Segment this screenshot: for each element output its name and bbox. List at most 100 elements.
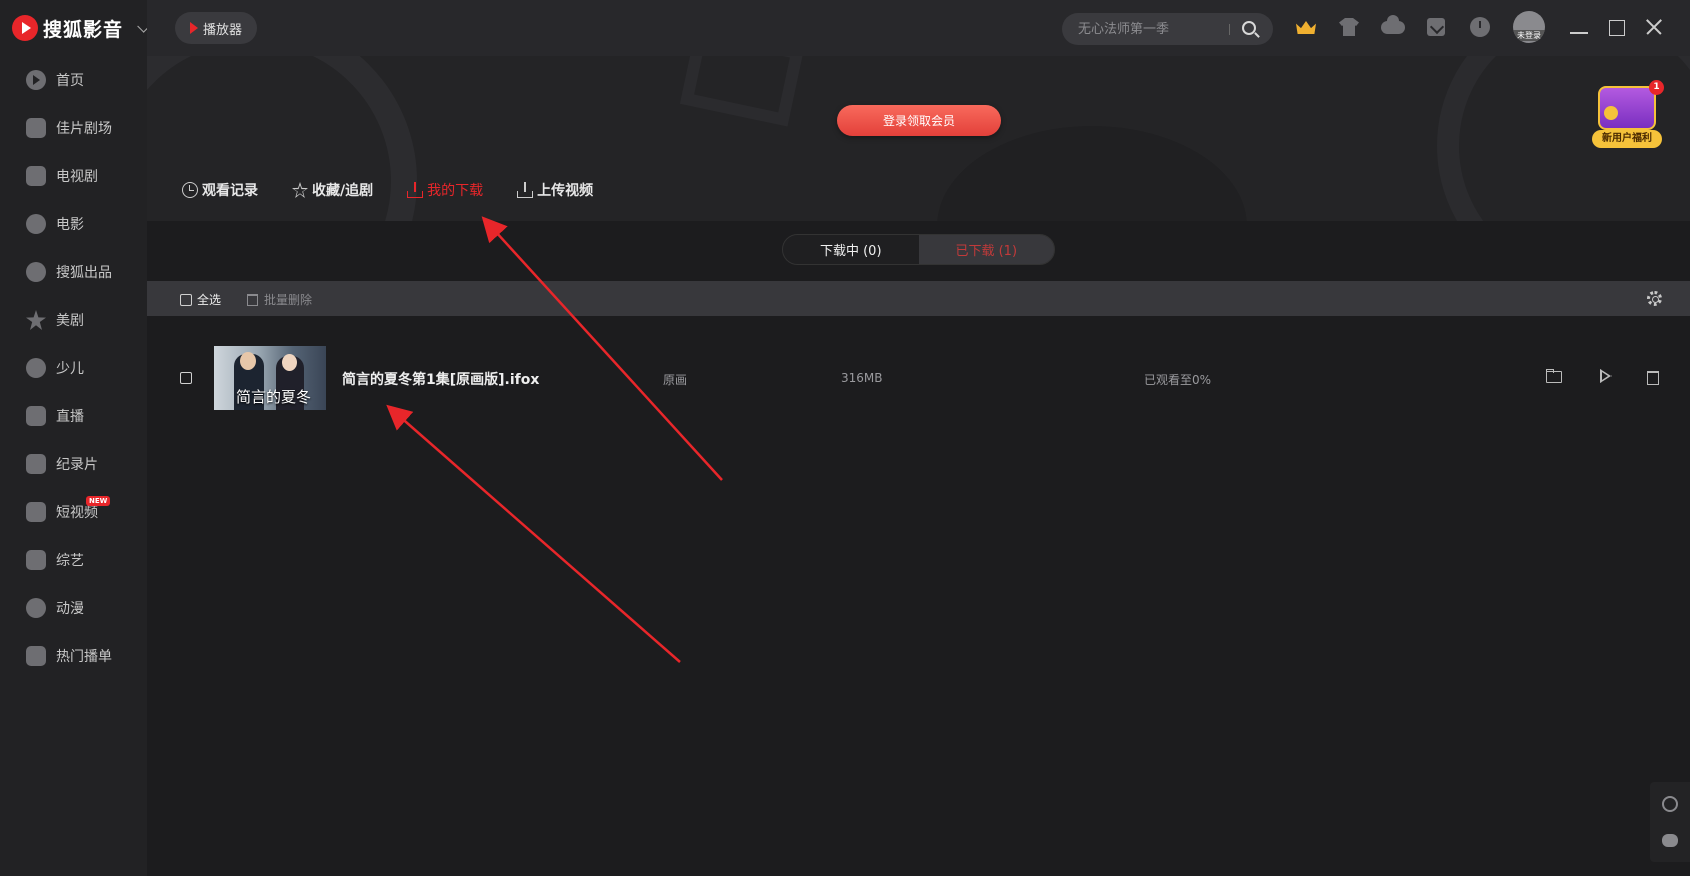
- sidebar-item-live[interactable]: 直播: [0, 392, 147, 440]
- row-checkbox[interactable]: [180, 372, 192, 384]
- sohu-logo-icon: [12, 15, 38, 41]
- player-button[interactable]: 播放器: [175, 12, 257, 44]
- download-icon: [407, 181, 424, 198]
- tab-label: 我的下载: [427, 183, 484, 199]
- refresh-icon[interactable]: [1662, 796, 1678, 812]
- coin-icon: [1604, 106, 1618, 120]
- settings-gear-icon[interactable]: [1647, 291, 1662, 306]
- sidebar-item-label: 电视剧: [56, 169, 98, 185]
- new-badge: NEW: [86, 496, 111, 506]
- sidebar-item-theater[interactable]: 佳片剧场: [0, 104, 147, 152]
- sidebar: 搜狐影音 首页 佳片剧场 电视剧 电影 搜狐出品 美剧 少儿 直播 纪录片 短视…: [0, 0, 151, 876]
- home-icon: [26, 70, 46, 90]
- file-size: 316MB: [841, 371, 883, 385]
- sidebar-item-us-series[interactable]: 美剧: [0, 296, 147, 344]
- tab-my-downloads[interactable]: 我的下载: [407, 180, 483, 200]
- segment-downloaded[interactable]: 已下载 (1): [918, 235, 1054, 264]
- delete-icon[interactable]: [1644, 367, 1662, 385]
- sidebar-item-label: 动漫: [56, 601, 84, 617]
- banner-decoration: [679, 56, 805, 127]
- select-all-label: 全选: [197, 293, 222, 307]
- trash-icon: [247, 293, 258, 306]
- vip-crown-icon[interactable]: [1294, 15, 1318, 39]
- close-icon[interactable]: [1644, 18, 1662, 36]
- annotation-arrow: [386, 404, 681, 663]
- thumbnail-title-art: 简言的夏冬: [236, 388, 312, 406]
- documentary-icon: [26, 454, 46, 474]
- tab-favorites[interactable]: 收藏/追剧: [292, 180, 373, 200]
- select-all[interactable]: 全选: [180, 291, 221, 308]
- tab-label: 观看记录: [202, 183, 258, 199]
- star-outline-icon: [292, 182, 308, 198]
- sidebar-item-label: 热门播单: [56, 649, 112, 665]
- video-quality: 原画: [663, 373, 688, 387]
- tab-label: 上传视频: [537, 183, 594, 199]
- tab-upload-video[interactable]: 上传视频: [517, 180, 593, 200]
- search-divider: [1229, 24, 1230, 35]
- sidebar-item-short-video[interactable]: 短视频 NEW: [0, 488, 147, 536]
- upload-icon: [517, 181, 534, 198]
- feedback-chat-icon[interactable]: [1662, 834, 1678, 847]
- sidebar-item-label: 佳片剧场: [56, 121, 112, 137]
- sidebar-item-label: 首页: [56, 73, 84, 89]
- skin-theme-icon[interactable]: [1337, 15, 1361, 39]
- play-icon[interactable]: [1596, 367, 1614, 385]
- sidebar-item-anime[interactable]: 动漫: [0, 584, 147, 632]
- batch-delete-button[interactable]: 批量删除: [247, 291, 312, 308]
- floating-tools: [1650, 782, 1690, 862]
- search-input[interactable]: [1078, 20, 1228, 38]
- list-toolbar: 全选 批量删除: [147, 281, 1690, 316]
- sidebar-item-movie[interactable]: 电影: [0, 200, 147, 248]
- tab-label: 收藏/追剧: [312, 183, 374, 199]
- sidebar-item-variety[interactable]: 综艺: [0, 536, 147, 584]
- kids-icon: [26, 358, 46, 378]
- sohu-original-icon: [26, 262, 46, 282]
- download-manager-icon[interactable]: [1424, 15, 1448, 39]
- video-thumbnail[interactable]: 简言的夏冬: [214, 346, 326, 410]
- maximize-icon[interactable]: [1608, 18, 1626, 36]
- short-video-icon: [26, 502, 46, 522]
- batch-delete-label: 批量删除: [264, 293, 313, 307]
- banner: 登录领取会员 1 新用户福利 观看记录 收藏/追剧 我的下载 上传视频: [147, 56, 1690, 221]
- tv-icon: [26, 166, 46, 186]
- avatar[interactable]: 未登录: [1513, 11, 1545, 43]
- video-file-name[interactable]: 简言的夏冬第1集[原画版].ifox: [342, 369, 539, 389]
- app-logo[interactable]: 搜狐影音: [12, 14, 151, 42]
- play-icon: [189, 22, 198, 34]
- film-reel-icon: [26, 214, 46, 234]
- select-all-checkbox[interactable]: [180, 293, 192, 306]
- sidebar-item-label: 电影: [56, 217, 84, 233]
- sidebar-item-home[interactable]: 首页: [0, 56, 147, 104]
- cloud-sync-icon[interactable]: [1380, 15, 1405, 39]
- sidebar-nav: 首页 佳片剧场 电视剧 电影 搜狐出品 美剧 少儿 直播 纪录片 短视频 NEW …: [0, 56, 147, 680]
- top-bar: 播放器 未登录: [147, 0, 1690, 56]
- tab-watch-history[interactable]: 观看记录: [182, 180, 258, 200]
- gift-label: 新用户福利: [1592, 130, 1662, 148]
- minimize-icon[interactable]: [1570, 18, 1588, 36]
- search-icon[interactable]: [1242, 21, 1256, 35]
- player-button-label: 播放器: [202, 22, 242, 38]
- open-folder-icon[interactable]: [1545, 367, 1563, 385]
- new-user-gift[interactable]: 1 新用户福利: [1592, 80, 1664, 148]
- microphone-icon: [26, 550, 46, 570]
- notification-badge: 1: [1649, 80, 1664, 95]
- history-icon[interactable]: [1468, 15, 1492, 39]
- sidebar-item-label: 美剧: [56, 313, 84, 329]
- avatar-status-label: 未登录: [1513, 30, 1545, 41]
- sidebar-item-sohu-original[interactable]: 搜狐出品: [0, 248, 147, 296]
- login-for-vip-button[interactable]: 登录领取会员: [837, 105, 1001, 136]
- sidebar-item-hot-playlists[interactable]: 热门播单: [0, 632, 147, 680]
- sidebar-item-kids[interactable]: 少儿: [0, 344, 147, 392]
- clock-icon: [182, 182, 198, 198]
- sidebar-item-tv[interactable]: 电视剧: [0, 152, 147, 200]
- app-name: 搜狐影音: [43, 18, 124, 41]
- sidebar-item-label: 纪录片: [56, 457, 98, 473]
- theater-icon: [26, 118, 46, 138]
- watch-progress: 已观看至0%: [1144, 373, 1212, 387]
- download-row[interactable]: 简言的夏冬 简言的夏冬第1集[原画版].ifox 原画 316MB 已观看至0%: [147, 340, 1690, 410]
- app-window: 搜狐影音 首页 佳片剧场 电视剧 电影 搜狐出品 美剧 少儿 直播 纪录片 短视…: [0, 0, 1690, 876]
- sidebar-item-label: 少儿: [56, 361, 84, 377]
- sidebar-item-documentary[interactable]: 纪录片: [0, 440, 147, 488]
- segment-downloading[interactable]: 下载中 (0): [783, 235, 919, 264]
- search-box: [1062, 13, 1273, 45]
